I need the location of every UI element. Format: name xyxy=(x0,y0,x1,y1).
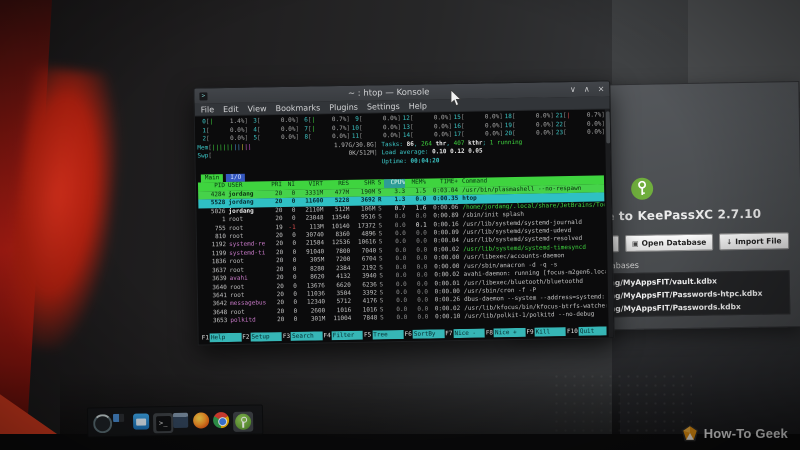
how-to-geek-watermark: How-To Geek xyxy=(681,424,788,442)
minimize-button[interactable]: ∨ xyxy=(570,85,576,94)
function-key[interactable]: F7 Nice - xyxy=(444,329,485,339)
menu-item[interactable]: Help xyxy=(409,101,427,110)
konsole-window: > ~ : htop — Konsole ∨ ∧ × File Edit Vie… xyxy=(193,80,614,345)
pager-icon[interactable] xyxy=(113,414,129,430)
function-key[interactable]: F4 Filter xyxy=(322,331,363,341)
photo-of-desktop: Welcome to KeePassXC 2.7.10 + Create Dat… xyxy=(0,0,800,450)
chrome-icon[interactable] xyxy=(213,412,229,428)
menu-item[interactable]: Edit xyxy=(223,104,239,113)
function-key[interactable]: F9 Kill xyxy=(525,327,566,337)
function-key[interactable]: F2 Setup xyxy=(241,332,282,342)
mouse-cursor xyxy=(450,90,462,107)
function-key-bar: F1 Help F2 Setup F3 Search xyxy=(201,326,607,342)
close-button[interactable]: × xyxy=(598,84,605,93)
sort-column-cpu: CPU% xyxy=(384,179,405,188)
menu-item[interactable]: Plugins xyxy=(329,102,358,111)
tab-main[interactable]: Main xyxy=(201,174,224,183)
taskbar-panel[interactable]: >_ xyxy=(87,404,263,437)
menu-item[interactable]: Settings xyxy=(367,101,400,111)
menu-item[interactable]: View xyxy=(247,104,266,113)
import-file-button[interactable]: ↓ Import File xyxy=(719,232,789,250)
function-key[interactable]: F5 Tree xyxy=(363,330,404,340)
button-glyph-icon: ▣ xyxy=(632,239,639,247)
firefox-icon[interactable] xyxy=(193,412,209,428)
app-launcher-icon[interactable] xyxy=(93,414,109,430)
function-key[interactable]: F8 Nice + xyxy=(485,328,526,338)
function-key[interactable]: F10 Quit xyxy=(566,326,607,336)
function-key[interactable]: F3 Search xyxy=(282,331,323,341)
keepassxc-tray-icon[interactable] xyxy=(233,412,249,428)
menu-item[interactable]: File xyxy=(201,105,215,114)
function-key[interactable]: F1 Help xyxy=(201,333,242,343)
button-label: Import File xyxy=(735,236,782,246)
menu-item[interactable]: Bookmarks xyxy=(275,103,320,113)
konsole-window-icon: > xyxy=(199,92,207,100)
button-label: Open Database xyxy=(642,238,707,248)
function-key[interactable]: F6 SortBy xyxy=(404,329,445,339)
konsole-icon[interactable]: >_ xyxy=(153,413,169,429)
dolphin-file-manager-icon[interactable] xyxy=(133,413,149,429)
how-to-geek-logo-icon xyxy=(681,424,699,442)
watermark-text: How-To Geek xyxy=(704,426,788,441)
maximize-button[interactable]: ∧ xyxy=(584,85,590,94)
open-database-button[interactable]: ▣ Open Database xyxy=(625,234,714,253)
tab-io[interactable]: I/O xyxy=(226,173,245,182)
htop-terminal[interactable]: 0[|1.4%] 3[0.0%] 6[|0.7%] 9[0.0%] 12[0.0… xyxy=(195,109,614,344)
scrollbar-thumb[interactable] xyxy=(605,111,610,143)
process-table: 4284 jordang 20 0 3331M 477M 190M S 3.3 … xyxy=(198,184,606,326)
button-glyph-icon: ↓ xyxy=(726,238,732,246)
window-app-icon[interactable] xyxy=(173,413,189,429)
keepassxc-logo-icon xyxy=(630,177,654,201)
